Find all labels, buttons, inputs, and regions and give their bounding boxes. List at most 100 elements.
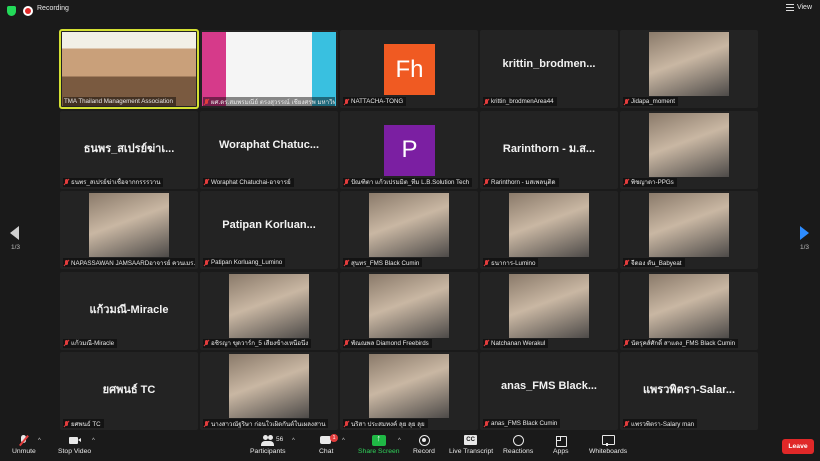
muted-mic-icon [484,340,489,346]
participant-caption-text: Patipan Korluang_Lumino [211,259,283,266]
whiteboards-label: Whiteboards [589,448,628,455]
participant-name-caption: anas_FMS Black Cumin [483,419,561,428]
participant-tile[interactable]: NAPASSAWAN JAMSAARDอาจารย์ ควนเมร... [60,191,198,269]
participant-name-caption: นางสาวณัฐริษา ก่อนใวเผิดกันต์ในเผลงสาน [203,419,329,428]
participant-tile[interactable]: Patipan Korluan... Patipan Korluang_Lumin… [200,191,338,269]
participant-tile[interactable]: Jidapa_moment [620,30,758,108]
participant-tile[interactable]: TMA Thailand Management Association [59,29,199,109]
closed-caption-icon [464,435,478,446]
participant-tile[interactable]: นริสา ประสมทงค์ ลุย ลุย ลุย [340,352,478,430]
participants-label: Participants [250,448,286,455]
participant-tile[interactable]: แก้วมณี-Miracle แก้วมณี-Miracle [60,271,198,350]
view-label: View [796,4,812,11]
participant-caption-text: นัตรุคส์ศักดิ์ สาแดง_FMS Black Cumin [631,340,736,347]
participant-tile[interactable]: Woraphat Chatuc... Woraphat Chatuchai-อาจ… [200,110,338,189]
participant-tile[interactable]: anas_FMS Black... anas_FMS Black Cumin [480,352,618,430]
next-page-arrow-icon[interactable] [800,226,809,240]
reactions-button[interactable]: Reactions [503,435,533,455]
participant-caption-text: พิชญาดา-PPGs [631,179,674,186]
muted-microphone-icon [17,435,31,446]
video-camera-icon [68,435,82,446]
participant-caption-text: แก้วมณี-Miracle [71,340,115,347]
apps-button[interactable]: Apps [553,435,569,455]
stop-video-button[interactable]: Stop Video [58,435,91,455]
muted-mic-icon [484,259,489,266]
participant-video-feed [62,32,196,106]
muted-mic-icon [484,420,489,427]
participant-name-caption: krittin_brodmenArea44 [483,97,557,106]
live-transcript-label: Live Transcript [449,448,494,455]
muted-mic-icon [624,340,629,346]
participant-tile[interactable]: Fh NATTACHA-TONG [340,30,478,108]
video-gallery-grid: TMA Thailand Management Association ผศ.ดร… [59,29,760,432]
live-transcript-button[interactable]: Live Transcript [449,435,493,455]
participant-caption-text: Natchanan Werakul [491,339,546,347]
share-screen-button[interactable]: Share Screen [358,433,400,455]
previous-page-arrow-icon[interactable] [10,226,19,240]
participant-tile[interactable]: อชิรญา ขุดวาร์ก_5 เสียงข้างเหนือนึ่ง [200,271,338,350]
share-options-caret-icon[interactable]: ^ [398,438,401,444]
participant-tile[interactable]: ผศ.ดร.สมพรมณีย์ ตรงสุวรรณ์ เชียงศรพ มหาว… [200,30,338,108]
participant-caption-text: ปัณฑิตา แก้วเปรมมิต_ทีม L.B.Solution Tec… [351,179,470,186]
unmute-button[interactable]: Unmute [12,435,36,455]
participant-profile-photo [89,193,169,257]
muted-mic-icon [624,179,629,185]
muted-mic-icon [344,98,349,105]
participant-tile[interactable]: ธนพร_สเปรย์ฆ่าเ... ธนพร_สเปรย์ฆ่าเชื้อจาก… [60,110,198,189]
security-shield-icon[interactable] [7,6,16,16]
participants-options-caret-icon[interactable]: ^ [292,438,295,444]
whiteboards-button[interactable]: Whiteboards [589,435,627,455]
participant-name-caption: สุนทร_FMS Black Cumin [343,258,423,267]
participant-caption-text: ธนาการ-Lumino [491,259,536,267]
chat-options-caret-icon[interactable]: ^ [342,438,345,444]
participant-caption-text: krittin_brodmenArea44 [491,98,554,105]
participant-tile[interactable]: พัณณพล Diamond Freebirds [340,271,478,350]
participant-name-caption: Patipan Korluang_Lumino [203,258,286,267]
participant-caption-text: Woraphat Chatuchai-อาจารย์ [211,179,291,186]
page-indicator-right: 1/3 [799,244,809,251]
participant-name-caption: Natchanan Werakul [483,338,549,348]
participant-tile[interactable]: นางสาวณัฐริษา ก่อนใวเผิดกันต์ในเผลงสาน [200,352,338,430]
participant-caption-text: NATTACHA-TONG [351,98,404,105]
participant-tile[interactable]: ธนาการ-Lumino [480,191,618,269]
participant-caption-text: นริสา ประสมทงค์ ลุย ลุย ลุย [351,420,425,428]
participant-caption-text: Jidapa_moment [631,98,676,105]
leave-meeting-button[interactable]: Leave [782,439,814,454]
page-indicator-left: 1/3 [11,244,21,251]
participant-name-caption: ยศพนธ์ TC [63,419,104,428]
participant-name-caption: ผศ.ดร.สมพรมณีย์ ตรงสุวรรณ์ เชียงศรพ มหาว… [203,97,335,106]
view-button[interactable]: View [785,4,812,11]
participant-display-name: anas_FMS Black... [501,380,597,392]
participant-tile[interactable]: พิชญาดา-PPGs [620,110,758,189]
chat-label: Chat [319,448,334,455]
muted-mic-icon [344,179,349,185]
muted-mic-icon [484,179,489,185]
participant-tile[interactable]: ยศพนธ์ TC ยศพนธ์ TC [60,352,198,430]
participant-tile[interactable]: นัตรุคส์ศักดิ์ สาแดง_FMS Black Cumin [620,271,758,350]
participant-caption-text: อชิรญา ขุดวาร์ก_5 เสียงข้างเหนือนึ่ง [211,340,309,347]
participant-profile-photo [509,193,589,257]
record-button[interactable]: Record [413,435,435,455]
participant-tile[interactable]: P ปัณฑิตา แก้วเปรมมิต_ทีม L.B.Solution Te… [340,110,478,189]
participant-name-caption: พิชญาดา-PPGs [623,177,677,187]
participant-tile[interactable]: Rarinthorn - ม.ส... Rarinthorn - มสเพลนุต… [480,110,618,189]
video-options-caret-icon[interactable]: ^ [92,438,95,444]
muted-mic-icon [204,420,209,427]
participant-name-caption: นริสา ประสมทงค์ ลุย ลุย ลุย [343,419,428,428]
apps-label: Apps [553,448,569,455]
participant-name-caption: พัณณพล Diamond Freebirds [343,338,432,348]
participant-name-caption: Woraphat Chatuchai-อาจารย์ [203,177,294,187]
participant-tile[interactable]: สุนทร_FMS Black Cumin [340,191,478,269]
reactions-label: Reactions [503,448,534,455]
participant-tile[interactable]: krittin_brodmen... krittin_brodmenArea44 [480,30,618,108]
participant-caption-text: NAPASSAWAN JAMSAARDอาจารย์ ควนเมร... [71,259,195,267]
participant-tile[interactable]: แพรวพิตรา-Salar... แพรวพิตรา-Salary man [620,352,758,430]
audio-options-caret-icon[interactable]: ^ [38,438,41,444]
participant-tile[interactable]: จีดอง ตัน_Babyeat [620,191,758,269]
participant-profile-photo [229,273,309,338]
record-icon [417,435,431,446]
muted-mic-icon [484,98,489,105]
muted-mic-icon [204,259,209,266]
participant-tile[interactable]: Natchanan Werakul [480,271,618,350]
participant-name-caption: อชิรญา ขุดวาร์ก_5 เสียงข้างเหนือนึ่ง [203,338,312,348]
